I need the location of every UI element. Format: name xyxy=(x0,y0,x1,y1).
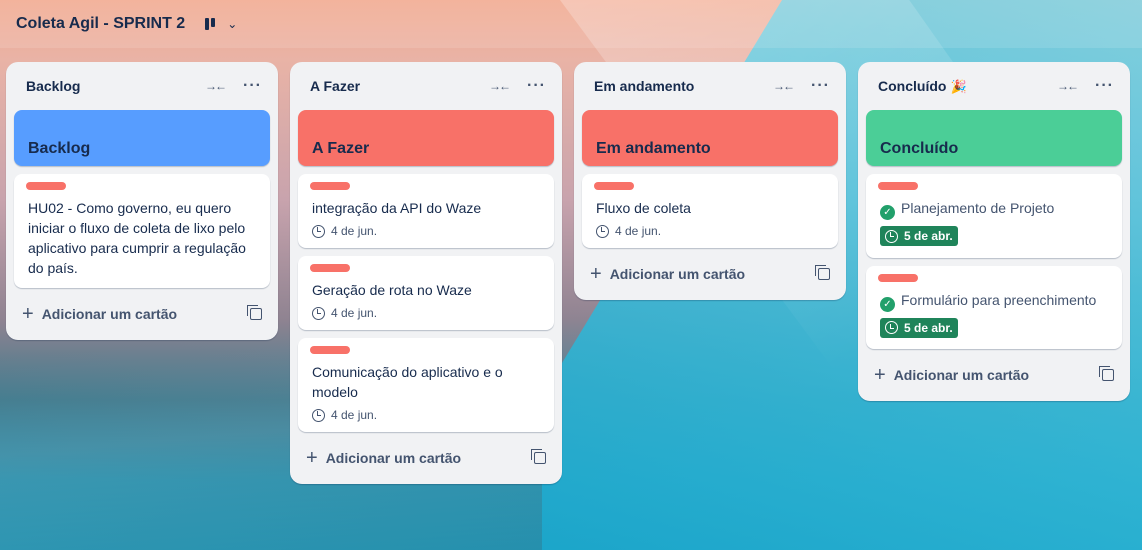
cover-card[interactable]: Backlog xyxy=(14,110,270,166)
board-view-icon xyxy=(205,18,216,30)
cover-card[interactable]: Em andamento xyxy=(582,110,838,166)
board-title[interactable]: Coleta Agil - SPRINT 2 xyxy=(16,15,185,33)
clock-icon xyxy=(312,224,325,238)
list-backlog: Backlog →← ··· Backlog HU02 - Como gover… xyxy=(6,62,278,340)
card-title: ✓ Planejamento de Projeto xyxy=(880,198,1110,220)
collapse-list-icon[interactable]: →← xyxy=(773,79,795,93)
cover-card[interactable]: Concluído xyxy=(866,110,1122,166)
list-menu-icon[interactable]: ··· xyxy=(243,77,262,95)
clock-icon xyxy=(312,306,325,320)
check-icon[interactable]: ✓ xyxy=(880,296,895,312)
add-card-button[interactable]: + Adicionar um cartão xyxy=(298,440,554,476)
card-label[interactable] xyxy=(310,346,350,354)
card[interactable]: Fluxo de coleta 4 de jun. xyxy=(582,174,838,248)
list-a-fazer: A Fazer →← ··· A Fazer integração da API… xyxy=(290,62,562,484)
add-card-label: Adicionar um cartão xyxy=(893,367,1030,383)
card-label[interactable] xyxy=(310,182,350,190)
add-card-label: Adicionar um cartão xyxy=(325,450,462,466)
list-header: Backlog →← ··· xyxy=(14,62,270,110)
card-title: HU02 - Como governo, eu quero iniciar o … xyxy=(28,200,246,276)
clock-icon xyxy=(885,229,898,243)
plus-icon: + xyxy=(306,446,318,469)
plus-icon: + xyxy=(874,363,886,386)
due-date[interactable]: 4 de jun. xyxy=(312,408,542,422)
list-title[interactable]: Concluído 🎉 xyxy=(878,78,1057,95)
due-date-text: 4 de jun. xyxy=(331,224,378,238)
add-card-button[interactable]: + Adicionar um cartão xyxy=(582,256,838,292)
card-title: ✓ Formulário para preenchimento xyxy=(880,290,1110,312)
template-icon[interactable] xyxy=(531,449,546,464)
due-date[interactable]: 4 de jun. xyxy=(312,306,542,320)
template-icon[interactable] xyxy=(1099,366,1114,381)
card-label[interactable] xyxy=(878,182,918,190)
due-date-text: 5 de abr. xyxy=(904,229,953,243)
list-header: Em andamento →← ··· xyxy=(582,62,838,110)
add-card-label: Adicionar um cartão xyxy=(41,306,178,322)
board-view-switcher[interactable]: ⌄ xyxy=(205,17,237,31)
template-icon[interactable] xyxy=(815,265,830,280)
collapse-list-icon[interactable]: →← xyxy=(489,79,511,93)
card[interactable]: ✓ Formulário para preenchimento 5 de abr. xyxy=(866,265,1122,349)
card-label[interactable] xyxy=(310,264,350,272)
card[interactable]: ✓ Planejamento de Projeto 5 de abr. xyxy=(866,174,1122,258)
card[interactable]: Comunicação do aplicativo e o modelo 4 d… xyxy=(298,338,554,432)
add-card-label: Adicionar um cartão xyxy=(609,266,746,282)
list-menu-icon[interactable]: ··· xyxy=(527,77,546,95)
clock-icon xyxy=(885,321,898,334)
card[interactable]: integração da API do Waze 4 de jun. xyxy=(298,174,554,248)
list-concluido: Concluído 🎉 →← ··· Concluído ✓ Planejament… xyxy=(858,62,1130,401)
list-title-text: Concluído xyxy=(878,77,947,94)
list-header: Concluído 🎉 →← ··· xyxy=(866,62,1122,110)
due-date[interactable]: 4 de jun. xyxy=(312,224,542,238)
card-label[interactable] xyxy=(26,182,66,190)
list-header: A Fazer →← ··· xyxy=(298,62,554,110)
card-title: Fluxo de coleta xyxy=(596,200,691,216)
chevron-down-icon: ⌄ xyxy=(227,17,238,31)
card-title: Comunicação do aplicativo e o modelo xyxy=(312,364,503,400)
due-date-complete-badge[interactable]: 5 de abr. xyxy=(880,226,958,246)
clock-icon xyxy=(596,224,609,238)
card-title-text: Formulário para preenchimento xyxy=(901,291,1097,308)
template-icon[interactable] xyxy=(247,305,262,320)
collapse-list-icon[interactable]: →← xyxy=(205,79,227,93)
due-date-text: 4 de jun. xyxy=(331,408,378,422)
due-date-text: 4 de jun. xyxy=(615,224,662,238)
plus-icon: + xyxy=(590,262,602,285)
add-card-button[interactable]: + Adicionar um cartão xyxy=(866,357,1122,393)
card-label[interactable] xyxy=(878,273,918,282)
clock-icon xyxy=(312,408,325,422)
due-date[interactable]: 4 de jun. xyxy=(596,224,826,238)
cover-card[interactable]: A Fazer xyxy=(298,110,554,166)
party-popper-icon: 🎉 xyxy=(950,78,967,94)
card-title: integração da API do Waze xyxy=(312,200,482,216)
card[interactable]: HU02 - Como governo, eu quero iniciar o … xyxy=(14,174,270,288)
collapse-list-icon[interactable]: →← xyxy=(1057,79,1079,93)
due-date-text: 4 de jun. xyxy=(331,306,378,320)
card-title-text: Planejamento de Projeto xyxy=(901,200,1055,216)
card-label[interactable] xyxy=(594,182,634,190)
list-menu-icon[interactable]: ··· xyxy=(1095,77,1114,95)
list-title[interactable]: A Fazer xyxy=(310,78,489,94)
list-menu-icon[interactable]: ··· xyxy=(811,77,830,95)
add-card-button[interactable]: + Adicionar um cartão xyxy=(14,296,270,332)
list-em-andamento: Em andamento →← ··· Em andamento Fluxo d… xyxy=(574,62,846,300)
list-title[interactable]: Em andamento xyxy=(594,78,773,94)
due-date-complete-badge[interactable]: 5 de abr. xyxy=(880,317,958,338)
due-date-text: 5 de abr. xyxy=(904,320,953,335)
board-header: Coleta Agil - SPRINT 2 ⌄ xyxy=(0,0,1142,48)
plus-icon: + xyxy=(22,302,34,325)
list-title[interactable]: Backlog xyxy=(26,78,205,94)
check-icon[interactable]: ✓ xyxy=(880,205,895,220)
card-title: Geração de rota no Waze xyxy=(312,282,472,298)
card[interactable]: Geração de rota no Waze 4 de jun. xyxy=(298,256,554,330)
